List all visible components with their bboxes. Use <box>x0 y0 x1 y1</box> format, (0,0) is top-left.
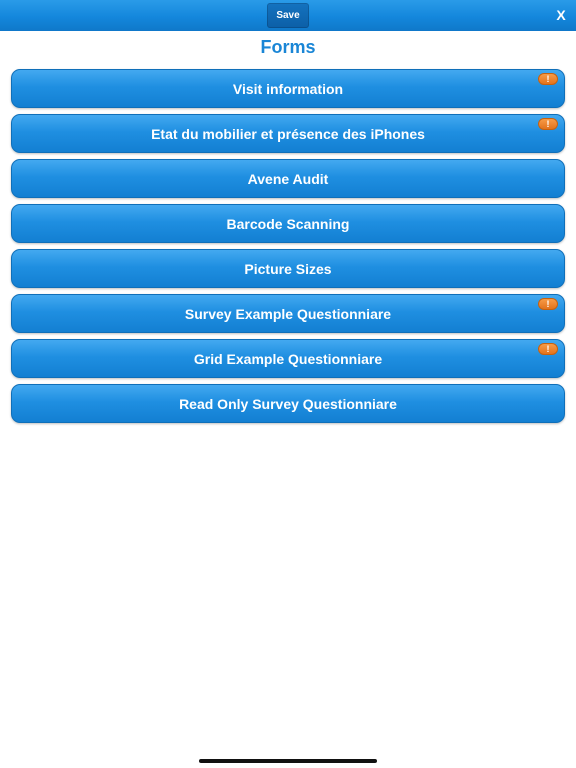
form-item-label: Etat du mobilier et présence des iPhones <box>151 125 425 142</box>
form-item-read-only-survey[interactable]: Read Only Survey Questionniare <box>11 384 565 423</box>
forms-list: Visit information ! Etat du mobilier et … <box>11 69 565 429</box>
exclamation-icon: ! <box>538 298 558 310</box>
page-title: Forms <box>260 37 316 57</box>
form-item-barcode-scanning[interactable]: Barcode Scanning <box>11 204 565 243</box>
form-item-grid-example[interactable]: Grid Example Questionniare ! <box>11 339 565 378</box>
form-item-label: Read Only Survey Questionniare <box>179 395 397 412</box>
form-item-label: Visit information <box>232 80 344 97</box>
form-item-visit-information[interactable]: Visit information ! <box>11 69 565 108</box>
form-item-label: Barcode Scanning <box>226 215 350 232</box>
form-item-label: Survey Example Questionniare <box>184 305 392 322</box>
close-button[interactable]: X <box>553 6 569 24</box>
save-button[interactable]: Save <box>267 3 309 28</box>
exclamation-icon: ! <box>538 73 558 85</box>
form-item-avene-audit[interactable]: Avene Audit <box>11 159 565 198</box>
form-item-label: Grid Example Questionniare <box>193 350 383 367</box>
form-item-picture-sizes[interactable]: Picture Sizes <box>11 249 565 288</box>
form-item-etat-du-mobilier[interactable]: Etat du mobilier et présence des iPhones… <box>11 114 565 153</box>
top-toolbar: Save X <box>0 0 576 31</box>
exclamation-icon: ! <box>538 343 558 355</box>
form-item-label: Avene Audit <box>247 170 329 187</box>
form-item-label: Picture Sizes <box>244 260 332 277</box>
home-indicator[interactable] <box>199 759 377 763</box>
form-item-survey-example[interactable]: Survey Example Questionniare ! <box>11 294 565 333</box>
exclamation-icon: ! <box>538 118 558 130</box>
